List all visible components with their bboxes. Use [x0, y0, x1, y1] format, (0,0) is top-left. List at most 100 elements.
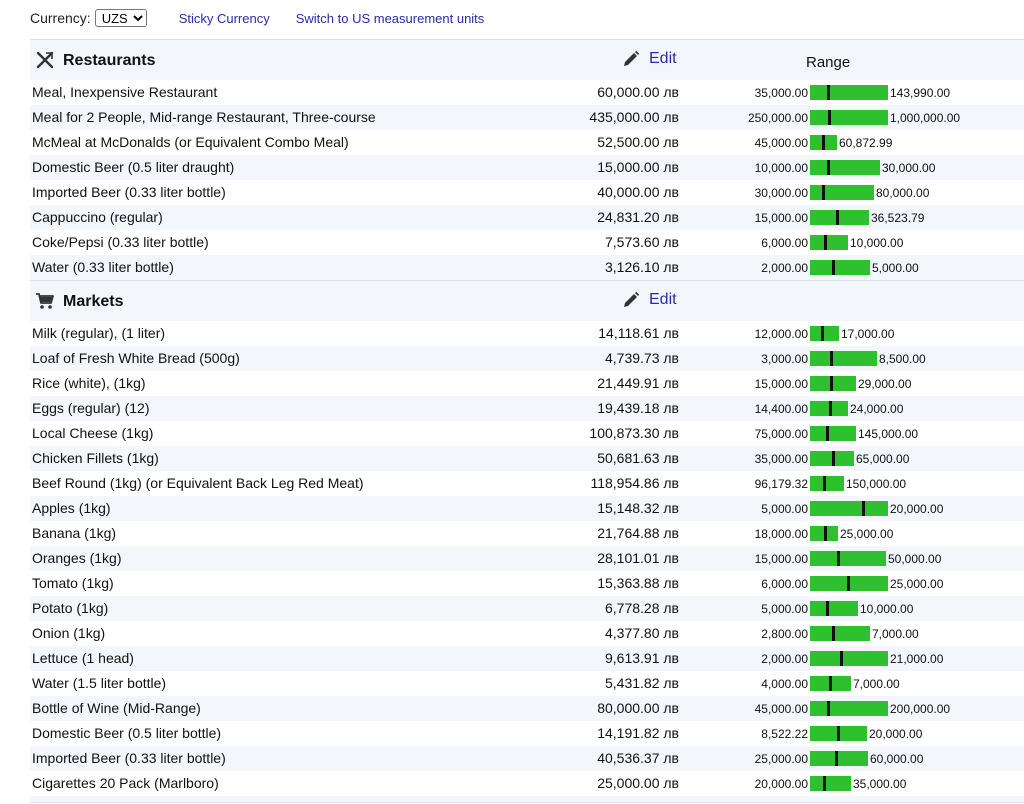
- average-marker: [829, 676, 832, 691]
- range-min: 15,000.00: [754, 552, 808, 566]
- range-bar: [810, 526, 838, 541]
- range-bar: [810, 260, 870, 275]
- edit-label: Edit: [649, 50, 677, 67]
- range-min: 10,000.00: [754, 161, 808, 175]
- average-marker: [837, 726, 840, 741]
- table-row: Tomato (1kg) 15,363.88 лв 6,000.00 25,000.0…: [30, 571, 1024, 596]
- section-header-restaurants: Restaurants Edit Range: [30, 39, 1024, 80]
- average-marker: [826, 601, 829, 616]
- item-name: Beef Round (1kg) (or Equivalent Back Leg…: [32, 475, 364, 491]
- item-name: Imported Beer (0.33 liter bottle): [32, 750, 226, 766]
- currency-select[interactable]: UZS: [94, 9, 147, 27]
- range-min: 12,000.00: [754, 327, 808, 341]
- item-name: Chicken Fillets (1kg): [32, 450, 159, 466]
- table-row: McMeal at McDonalds (or Equivalent Combo…: [30, 130, 1024, 155]
- item-name: Milk (regular), (1 liter): [32, 325, 166, 341]
- item-name: Water (0.33 liter bottle): [32, 259, 174, 275]
- range-max: 65,000.00: [856, 452, 910, 466]
- range-max: 10,000.00: [850, 236, 904, 250]
- average-marker: [847, 576, 850, 591]
- sticky-currency-link[interactable]: Sticky Currency: [179, 11, 270, 26]
- range-max: 25,000.00: [890, 577, 944, 591]
- table-row: Imported Beer (0.33 liter bottle) 40,536.…: [30, 746, 1024, 771]
- average-marker: [823, 476, 826, 491]
- average-marker: [822, 185, 825, 200]
- section-title: Markets: [63, 293, 124, 310]
- item-name: Cappuccino (regular): [32, 209, 163, 225]
- item-name: Meal for 2 People, Mid-range Restaurant,…: [32, 109, 376, 125]
- item-price: 15,363.88 лв: [597, 575, 679, 591]
- table-row: Water (1.5 liter bottle) 5,431.82 лв 4,000…: [30, 671, 1024, 696]
- item-price: 435,000.00 лв: [589, 109, 679, 125]
- switch-units-link[interactable]: Switch to US measurement units: [296, 11, 485, 26]
- average-marker: [832, 626, 835, 641]
- item-name: McMeal at McDonalds (or Equivalent Combo…: [32, 134, 349, 150]
- range-bar: [810, 401, 848, 416]
- range-max: 150,000.00: [846, 477, 907, 491]
- item-name: Coke/Pepsi (0.33 liter bottle): [32, 234, 209, 250]
- table-row: Banana (1kg) 21,764.88 лв 18,000.00 25,000.…: [30, 521, 1024, 546]
- table-row: Water (0.33 liter bottle) 3,126.10 лв 2,00…: [30, 255, 1024, 280]
- item-price: 21,764.88 лв: [597, 525, 679, 541]
- range-min: 250,000.00: [747, 111, 808, 125]
- range-bar: [810, 501, 888, 516]
- item-price: 25,000.00 лв: [597, 775, 679, 791]
- table-row: Loaf of Fresh White Bread (500g) 4,739.73…: [30, 346, 1024, 371]
- section-title: Restaurants: [63, 52, 156, 69]
- range-bar: [810, 185, 874, 200]
- range-min: 4,000.00: [761, 677, 808, 691]
- range-min: 6,000.00: [761, 236, 808, 250]
- range-max: 5,000.00: [872, 261, 919, 275]
- item-price: 80,000.00 лв: [597, 700, 679, 716]
- table-row: Onion (1kg) 4,377.80 лв 2,800.00 7,000.00: [30, 621, 1024, 646]
- range-max: 29,000.00: [858, 377, 912, 391]
- range-max: 60,000.00: [870, 752, 924, 766]
- item-name: Tomato (1kg): [32, 575, 114, 591]
- average-marker: [822, 135, 825, 150]
- range-min: 2,800.00: [761, 627, 808, 641]
- table-row: Potato (1kg) 6,778.28 лв 5,000.00 10,000.00: [30, 596, 1024, 621]
- range-max: 7,000.00: [853, 677, 900, 691]
- item-name: Oranges (1kg): [32, 550, 122, 566]
- average-marker: [826, 426, 829, 441]
- edit-markets-button[interactable]: Edit: [622, 291, 677, 309]
- range-bar: [810, 576, 888, 591]
- item-name: Onion (1kg): [32, 625, 106, 641]
- table-row: Lettuce (1 head) 9,613.91 лв 2,000.00 21,00…: [30, 646, 1024, 671]
- range-min: 18,000.00: [754, 527, 808, 541]
- range-bar: [810, 326, 839, 341]
- range-min: 35,000.00: [754, 452, 808, 466]
- item-name: Eggs (regular) (12): [32, 400, 150, 416]
- range-bar: [810, 476, 844, 491]
- item-name: Imported Beer (0.33 liter bottle): [32, 184, 226, 200]
- item-name: Cigarettes 20 Pack (Marlboro): [32, 775, 219, 791]
- table-row: Eggs (regular) (12) 19,439.18 лв 14,400.00…: [30, 396, 1024, 421]
- item-price: 7,573.60 лв: [605, 234, 679, 250]
- average-marker: [830, 351, 833, 366]
- range-bar: [810, 451, 854, 466]
- average-marker: [862, 501, 865, 516]
- average-marker: [824, 235, 827, 250]
- range-min: 8,522.22: [761, 727, 808, 741]
- range-min: 75,000.00: [754, 427, 808, 441]
- restaurants-rows: Meal, Inexpensive Restaurant 60,000.00 лв…: [30, 80, 1024, 280]
- range-min: 45,000.00: [754, 136, 808, 150]
- range-bar: [810, 651, 888, 666]
- fork-knife-icon: [36, 51, 54, 69]
- range-max: 17,000.00: [841, 327, 895, 341]
- range-min: 35,000.00: [754, 86, 808, 100]
- item-name: Water (1.5 liter bottle): [32, 675, 167, 691]
- edit-restaurants-button[interactable]: Edit: [622, 50, 677, 68]
- table-row: Imported Beer (0.33 liter bottle) 40,000.…: [30, 180, 1024, 205]
- table-row: Meal for 2 People, Mid-range Restaurant,…: [30, 105, 1024, 130]
- average-marker: [827, 85, 830, 100]
- range-max: 30,000.00: [882, 161, 936, 175]
- range-bar: [810, 351, 877, 366]
- range-min: 2,000.00: [761, 261, 808, 275]
- range-min: 30,000.00: [754, 186, 808, 200]
- item-price: 14,191.82 лв: [597, 725, 679, 741]
- average-marker: [829, 401, 832, 416]
- item-price: 50,681.63 лв: [597, 450, 679, 466]
- section-header-markets: Markets Edit: [30, 280, 1024, 321]
- range-bar: [810, 701, 888, 716]
